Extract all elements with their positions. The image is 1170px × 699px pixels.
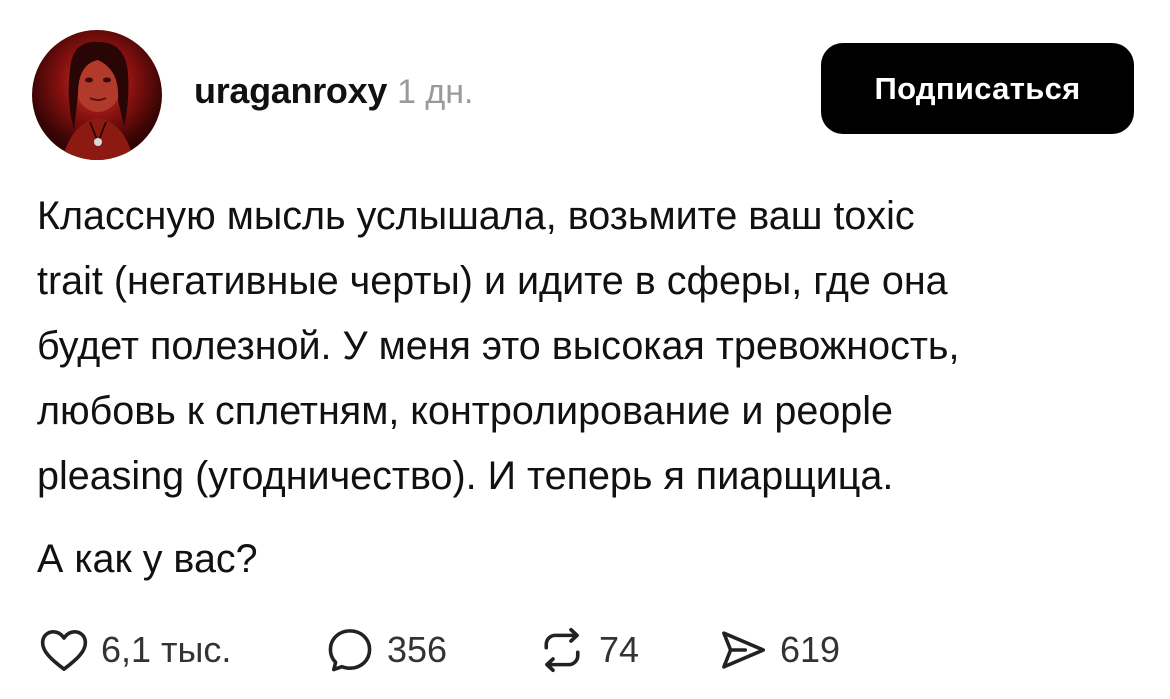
like-button[interactable]: 6,1 тыс. — [37, 622, 231, 678]
comment-count: 356 — [387, 629, 448, 670]
post-text-line: pleasing (угодничество). И теперь я пиар… — [37, 454, 894, 498]
post-text-line: Классную мысль услышала, возьмите ваш to… — [37, 194, 915, 238]
comment-button[interactable]: 356 — [323, 622, 447, 678]
author-line: uraganroxy 1 дн. — [194, 70, 474, 114]
heart-icon — [37, 623, 91, 677]
post-text-line: trait (негативные черты) и идите в сферы… — [37, 259, 948, 303]
post-text-line: любовь к сплетням, контролирование и peo… — [37, 389, 894, 433]
share-count: 619 — [780, 629, 841, 670]
send-icon — [716, 623, 770, 677]
repost-count: 74 — [599, 629, 640, 670]
post-time: 1 дн. — [397, 73, 474, 111]
username[interactable]: uraganroxy — [194, 70, 387, 112]
post-question: А как у вас? — [37, 537, 258, 581]
post-text-line: будет полезной. У меня это высокая трево… — [37, 324, 960, 368]
threads-post: uraganroxy 1 дн. Подписаться Классную мы… — [0, 0, 1170, 699]
avatar-photo — [62, 41, 134, 160]
repost-button[interactable]: 74 — [535, 622, 639, 678]
avatar[interactable] — [32, 30, 162, 160]
like-count: 6,1 тыс. — [101, 629, 232, 670]
post-text: Классную мысль услышала, возьмите ваш to… — [37, 184, 1147, 509]
comment-bubble-icon — [323, 623, 377, 677]
repost-icon — [535, 623, 589, 677]
share-button[interactable]: 619 — [716, 622, 840, 678]
follow-button[interactable]: Подписаться — [821, 43, 1134, 134]
